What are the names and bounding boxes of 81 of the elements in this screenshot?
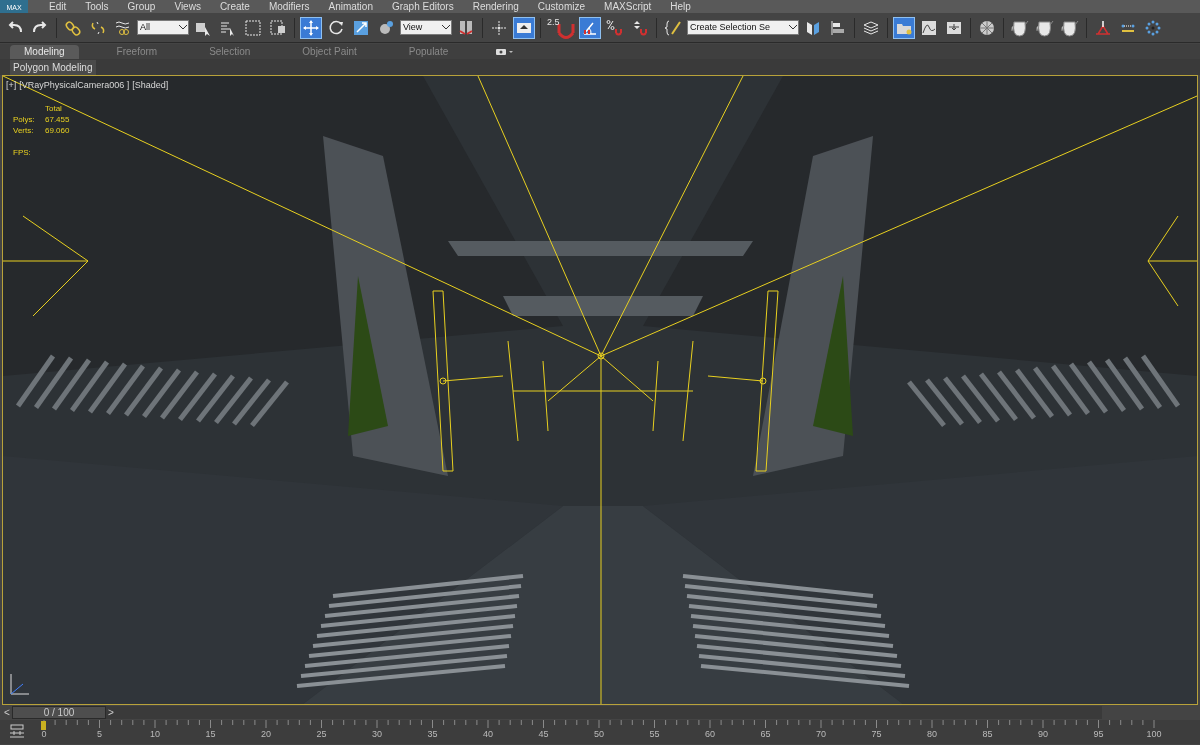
folder-button[interactable] (893, 16, 915, 39)
frame-number: 60 (705, 730, 715, 739)
menu-item[interactable]: Edit (49, 1, 67, 12)
menu-item[interactable]: Modifiers (268, 1, 310, 12)
viewport-label[interactable]: [VRayPhysicalCamera006 ] (19, 79, 130, 93)
frame-number: 40 (483, 730, 493, 739)
menu-item[interactable]: Views (174, 1, 201, 12)
frame-number: 5 (97, 730, 102, 739)
menu-item[interactable]: Customize (537, 1, 586, 12)
rotate-icon (327, 18, 345, 37)
next-frame-button[interactable]: > (106, 705, 116, 720)
pencil-braces-icon (664, 18, 682, 37)
frame-number: 0 (41, 730, 47, 739)
magnet-icon (557, 21, 575, 40)
layers-icon (862, 18, 880, 37)
frame-number: 80 (927, 730, 937, 739)
pivot-icon (457, 18, 475, 37)
ribbon-tab[interactable]: Populate (394, 45, 463, 59)
curve-editor-icon (920, 18, 938, 37)
sphere-icon (377, 18, 395, 37)
frame-number: 100 (1146, 730, 1162, 739)
menu-item[interactable]: Create (219, 1, 250, 12)
ribbon-tab[interactable]: Selection (195, 45, 265, 59)
viewport-label[interactable]: [+] (6, 79, 17, 93)
percent-snap-icon (606, 18, 624, 37)
dot-ring-icon (1144, 18, 1162, 37)
frame-number: 45 (538, 730, 549, 739)
frame-number: 20 (261, 730, 271, 739)
menu-item[interactable]: Group (127, 1, 156, 12)
ribbon-tab[interactable]: Object Paint (288, 45, 371, 59)
ribbon-panel-label[interactable]: Polygon Modeling (10, 59, 96, 75)
chain-link-icon (64, 18, 82, 37)
ribbon-tab[interactable]: Freeform (102, 45, 172, 59)
warning-graph-icon (1094, 18, 1112, 37)
menu-item[interactable]: Help (670, 1, 691, 12)
ribbon-tab[interactable]: Modeling (10, 45, 79, 59)
menu-item[interactable]: Rendering (472, 1, 519, 12)
frame-number: 35 (427, 730, 438, 739)
frame-number: 70 (816, 730, 826, 739)
frame-number: 85 (982, 730, 993, 739)
menu-item[interactable]: Tools (85, 1, 109, 12)
angle-snap-button[interactable] (579, 16, 601, 39)
menu-item[interactable]: Animation (328, 1, 373, 12)
frame-number: 90 (1038, 730, 1048, 739)
align-icon (829, 18, 847, 37)
move-icon (302, 18, 320, 37)
stats-value: 67.455 (45, 114, 70, 125)
frame-number: 30 (372, 730, 382, 739)
checker-sphere-icon (978, 18, 996, 37)
frame-number: 10 (150, 730, 160, 739)
frame-number: 50 (594, 730, 604, 739)
frame-number: 55 (649, 730, 660, 739)
stats-header: Total (45, 103, 63, 114)
frame-number: 95 (1093, 730, 1104, 739)
menu-item[interactable]: MAXScript (604, 1, 652, 12)
viewport-label[interactable]: [Shaded] (132, 79, 169, 93)
frame-number: 25 (316, 730, 327, 739)
magnet-button[interactable]: 2.5 (546, 16, 576, 39)
frame-number: 65 (760, 730, 771, 739)
wave-icon (114, 18, 132, 37)
dropdown[interactable]: All (137, 20, 189, 35)
rectangle-selection-icon (244, 18, 262, 37)
keyboard-shortcut-button[interactable] (513, 16, 535, 39)
current-frame-marker (41, 721, 46, 730)
frame-number: 15 (205, 730, 216, 739)
dropdown[interactable]: Create Selection Se (687, 20, 799, 35)
fps-label: FPS: (13, 147, 32, 158)
key-filter-icon[interactable] (9, 724, 25, 738)
stats-label: Verts: (13, 125, 35, 136)
time-slider-thumb[interactable]: 0 / 100 (12, 706, 106, 719)
viewport[interactable]: [+] [VRayPhysicalCamera006 ] [Shaded] Total Polys: 67.455 Verts: 69.060 FPS: (2, 75, 1198, 705)
crosshair-icon (490, 18, 508, 37)
window-crossing-icon (269, 18, 287, 37)
dropdown[interactable]: View (400, 20, 452, 35)
scale-icon (352, 18, 370, 37)
previous-frame-button[interactable]: < (2, 705, 12, 720)
move-button[interactable] (300, 16, 322, 39)
frame-number: 75 (871, 730, 882, 739)
stats-value: 69.060 (45, 125, 70, 136)
stats-label: Polys: (13, 114, 36, 125)
menu-item[interactable]: Graph Editors (391, 1, 454, 12)
